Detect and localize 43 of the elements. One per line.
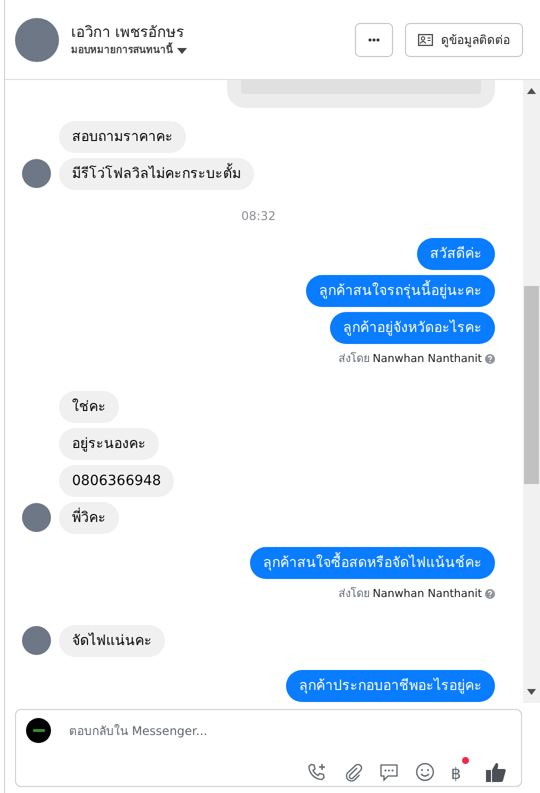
smiley-icon bbox=[414, 762, 435, 782]
avatar-placeholder bbox=[22, 159, 51, 188]
sender-name: Nanwhan Nanthanit bbox=[372, 586, 482, 602]
assign-conversation-dropdown[interactable]: มอบหมายการสนทนานี้ bbox=[71, 43, 343, 58]
help-icon[interactable] bbox=[485, 588, 495, 599]
page-logo-icon bbox=[26, 718, 51, 743]
saved-replies-button[interactable] bbox=[378, 762, 399, 782]
view-contact-button[interactable]: ดูข้อมูลติดต่อ bbox=[405, 22, 523, 56]
sender-name: Nanwhan Nanthanit bbox=[372, 351, 482, 367]
avatar-placeholder bbox=[22, 626, 51, 655]
help-icon[interactable] bbox=[485, 354, 495, 364]
like-button[interactable] bbox=[485, 760, 507, 782]
scroll-up-icon[interactable] bbox=[527, 88, 536, 94]
incoming-message: สอบถามราคาคะ bbox=[59, 121, 186, 153]
sent-by-label: ส่งโดย bbox=[338, 351, 370, 367]
outgoing-message: ลุกค้าสนใจซื้อสดหรือจัดไฟแน้นช์คะ bbox=[250, 546, 495, 578]
sent-by-label: ส่งโดย bbox=[338, 586, 370, 602]
call-add-button[interactable] bbox=[306, 762, 327, 782]
avatar-placeholder bbox=[22, 502, 51, 532]
thumbs-up-icon bbox=[485, 760, 507, 782]
avatar-placeholder bbox=[15, 18, 59, 62]
outgoing-message: ลุกค้าประกอบอาชีพอะไรอยู่คะ bbox=[286, 670, 495, 702]
incoming-message: 0806366948 bbox=[59, 464, 174, 496]
phone-plus-icon bbox=[306, 762, 327, 782]
scroll-down-icon[interactable] bbox=[527, 689, 536, 695]
incoming-message: พี่วิคะ bbox=[59, 502, 119, 534]
incoming-message: มีรีโว่โฟลวิลไม่คะกระบะตั้ม bbox=[59, 158, 254, 190]
outgoing-message: ลูกค้าสนใจรถรุ่นนี้อยู่นะคะ bbox=[306, 275, 495, 307]
outgoing-message: ลูกค้าอยู่จังหวัดอะไรคะ bbox=[330, 312, 495, 344]
contact-card-icon bbox=[418, 34, 433, 46]
outgoing-message: สวัสดีค่ะ bbox=[417, 238, 495, 270]
incoming-message: จัดไฟแน่นคะ bbox=[59, 625, 165, 657]
caret-icon bbox=[177, 48, 187, 54]
speech-bubble-icon bbox=[378, 762, 399, 782]
reply-input[interactable]: ตอบกลับใน Messenger... bbox=[67, 720, 511, 740]
contact-name: เอวิกา เพชรอักษร bbox=[71, 22, 185, 42]
timestamp: 08:32 bbox=[241, 209, 276, 223]
scrollbar-thumb[interactable] bbox=[524, 286, 539, 484]
emoji-button[interactable] bbox=[414, 762, 435, 782]
more-icon bbox=[368, 38, 380, 42]
incoming-message: ใช่คะ bbox=[59, 390, 119, 422]
payment-button[interactable]: ฿ bbox=[450, 757, 469, 786]
incoming-message: อยู่ระนองคะ bbox=[59, 428, 159, 460]
